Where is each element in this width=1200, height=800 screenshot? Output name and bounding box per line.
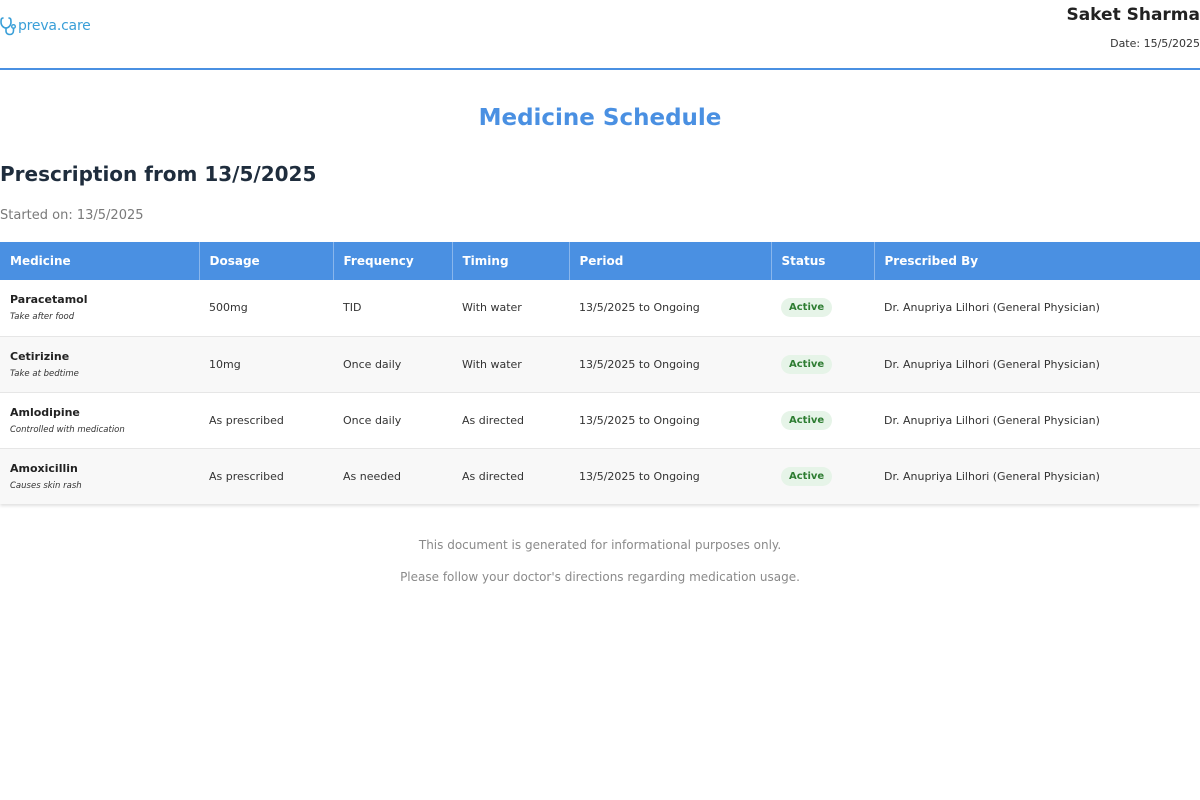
frequency-cell: TID bbox=[343, 301, 362, 315]
medicine-cell: Amoxicillin Causes skin rash bbox=[0, 448, 199, 504]
medicine-table: Medicine Dosage Frequency Timing Period … bbox=[0, 242, 1200, 504]
status-badge: Active bbox=[781, 354, 833, 374]
column-header-dosage: Dosage bbox=[199, 242, 334, 280]
prescription-start-date: Started on: 13/5/2025 bbox=[0, 208, 144, 223]
medicine-cell: Amlodipine Controlled with medication bbox=[0, 392, 199, 448]
status-cell: Active bbox=[771, 448, 874, 504]
medicine-note: Controlled with medication bbox=[10, 424, 125, 435]
frequency-cell: As needed bbox=[343, 469, 401, 483]
medicine-cell: Paracetamol Take after food bbox=[0, 280, 199, 336]
period-cell: 13/5/2025 to Ongoing bbox=[579, 357, 700, 371]
period-cell: 13/5/2025 to Ongoing bbox=[579, 413, 700, 427]
medicine-name: Amoxicillin bbox=[10, 461, 78, 475]
prescribed-by-cell: Dr. Anupriya Lilhori (General Physician) bbox=[884, 301, 1100, 315]
prescribed-by-cell: Dr. Anupriya Lilhori (General Physician) bbox=[884, 469, 1100, 483]
status-badge: Active bbox=[781, 298, 833, 318]
medicine-cell: Cetirizine Take at bedtime bbox=[0, 336, 199, 392]
footer-instruction: Please follow your doctor's directions r… bbox=[400, 570, 800, 584]
medicine-name: Paracetamol bbox=[10, 293, 88, 307]
column-header-timing: Timing bbox=[452, 242, 570, 280]
dosage-cell: 10mg bbox=[209, 357, 241, 371]
column-header-medicine: Medicine bbox=[0, 242, 200, 280]
document-date: Date: 15/5/2025 bbox=[1110, 37, 1200, 50]
medicine-note: Causes skin rash bbox=[10, 480, 82, 491]
page-title: Medicine Schedule bbox=[478, 105, 722, 131]
table-header-row: Medicine Dosage Frequency Timing Period … bbox=[0, 242, 1200, 280]
column-header-frequency: Frequency bbox=[333, 242, 453, 280]
period-cell: 13/5/2025 to Ongoing bbox=[579, 469, 700, 483]
status-cell: Active bbox=[771, 392, 874, 448]
timing-cell: As directed bbox=[462, 413, 524, 427]
column-header-prescribed-by: Prescribed By bbox=[884, 254, 979, 268]
column-header-status: Status bbox=[771, 242, 875, 280]
timing-cell: With water bbox=[462, 301, 522, 315]
dosage-cell: 500mg bbox=[209, 301, 248, 315]
frequency-cell: Once daily bbox=[343, 413, 402, 427]
patient-name: Saket Sharma bbox=[1066, 5, 1200, 25]
footer-disclaimer: This document is generated for informati… bbox=[418, 538, 782, 552]
prescribed-by-cell: Dr. Anupriya Lilhori (General Physician) bbox=[884, 357, 1100, 371]
medicine-note: Take after food bbox=[10, 312, 75, 323]
medicine-note: Take at bedtime bbox=[10, 368, 79, 379]
table-row: Amoxicillin Causes skin rash As prescrib… bbox=[0, 448, 1200, 504]
period-cell: 13/5/2025 to Ongoing bbox=[579, 301, 700, 315]
status-badge: Active bbox=[781, 466, 833, 486]
table-row: Cetirizine Take at bedtime 10mg Once dai… bbox=[0, 336, 1200, 392]
medicine-name: Cetirizine bbox=[10, 349, 70, 363]
timing-cell: With water bbox=[462, 357, 522, 371]
dosage-cell: As prescribed bbox=[209, 413, 284, 427]
brand-logo: preva.care bbox=[0, 15, 91, 37]
column-header-period: Period bbox=[569, 242, 772, 280]
brand-name: preva.care bbox=[18, 18, 91, 34]
status-cell: Active bbox=[771, 280, 874, 336]
table-row: Amlodipine Controlled with medication As… bbox=[0, 392, 1200, 448]
medicine-name: Amlodipine bbox=[10, 405, 80, 419]
table-row: Paracetamol Take after food 500mg TID Wi… bbox=[0, 280, 1200, 336]
frequency-cell: Once daily bbox=[343, 357, 402, 371]
dosage-cell: As prescribed bbox=[209, 469, 284, 483]
prescription-title: Prescription from 13/5/2025 bbox=[0, 162, 317, 186]
document-header: preva.care Saket Sharma Date: 15/5/2025 bbox=[0, 0, 1200, 70]
stethoscope-icon bbox=[0, 16, 16, 36]
status-cell: Active bbox=[771, 336, 874, 392]
status-badge: Active bbox=[781, 410, 833, 430]
prescribed-by-cell: Dr. Anupriya Lilhori (General Physician) bbox=[884, 413, 1100, 427]
timing-cell: As directed bbox=[462, 469, 524, 483]
